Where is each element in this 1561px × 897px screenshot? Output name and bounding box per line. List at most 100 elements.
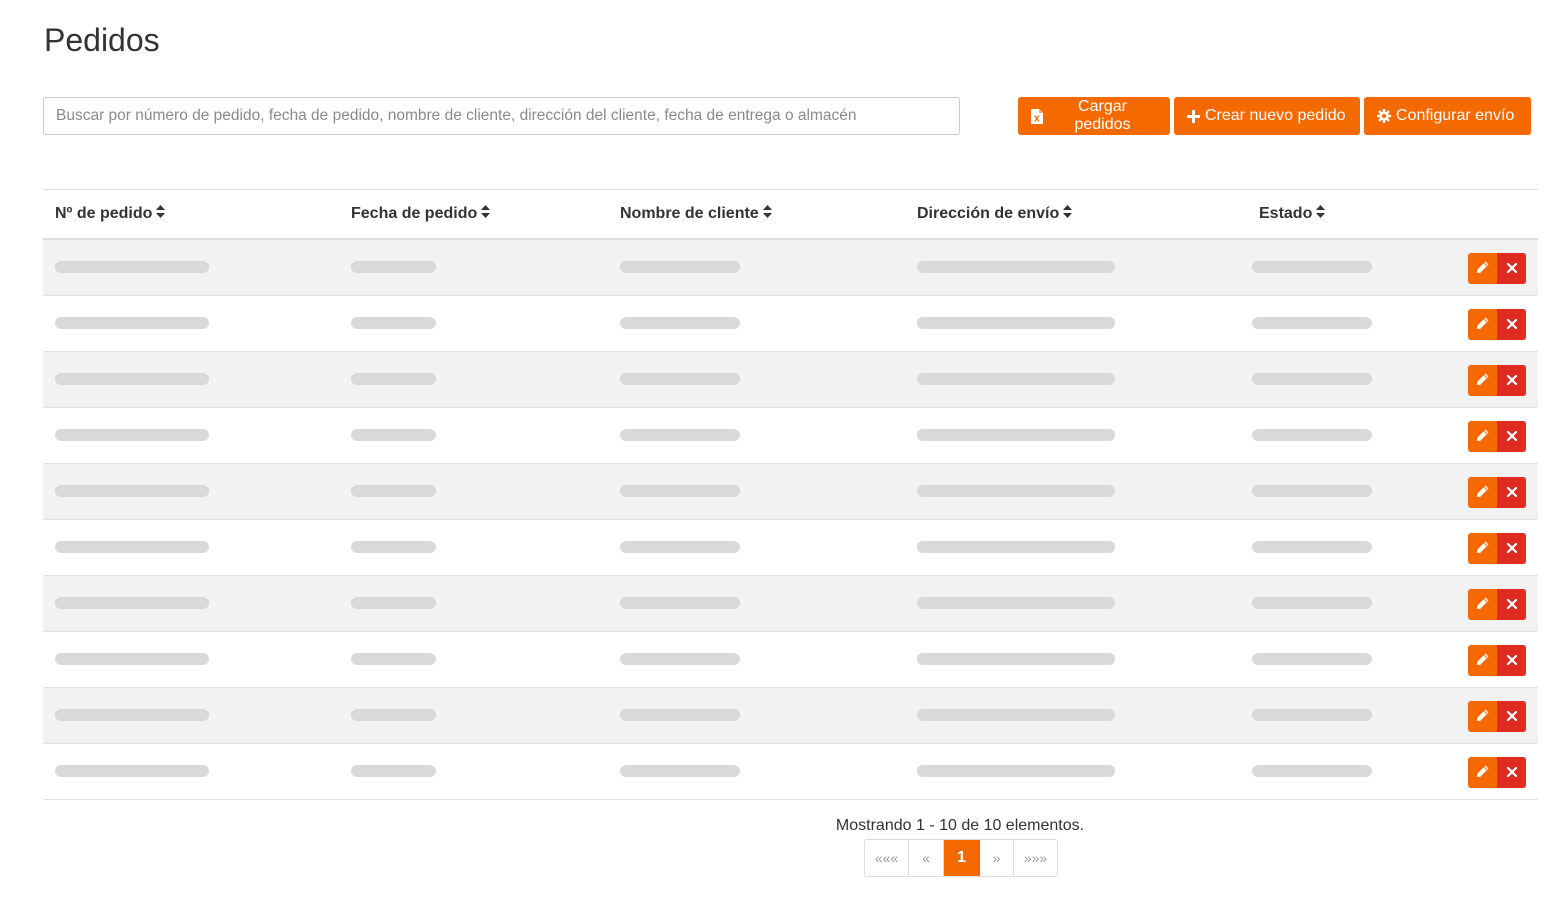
row-actions [1468, 253, 1526, 284]
sort-icon [1316, 205, 1326, 223]
loading-placeholder [620, 429, 740, 441]
toolbar: Cargar pedidos Crear nuevo pedido Config… [1018, 97, 1531, 135]
delete-button[interactable] [1497, 701, 1526, 732]
edit-button[interactable] [1468, 701, 1497, 732]
edit-button[interactable] [1468, 757, 1497, 788]
delete-button[interactable] [1497, 757, 1526, 788]
loading-placeholder [55, 485, 209, 497]
loading-placeholder [1252, 373, 1372, 385]
loading-placeholder [351, 709, 436, 721]
configure-shipping-label: Configurar envío [1396, 107, 1515, 124]
table-row [43, 520, 1538, 576]
pencil-icon [1476, 765, 1489, 781]
pagination: ««« « 1 » »»» [864, 839, 1058, 877]
edit-button[interactable] [1468, 645, 1497, 676]
last-page-button[interactable]: »»» [1014, 840, 1057, 876]
upload-orders-label: Cargar pedidos [1074, 98, 1131, 133]
loading-placeholder [620, 317, 740, 329]
close-icon [1506, 485, 1517, 500]
table-row [43, 240, 1538, 296]
create-order-button[interactable]: Crear nuevo pedido [1174, 97, 1360, 135]
edit-button[interactable] [1468, 365, 1497, 396]
edit-button[interactable] [1468, 253, 1497, 284]
table-header: Nº de pedido Fecha de pedido Nombre de c… [43, 190, 1538, 240]
column-label: Nombre de cliente [620, 205, 759, 222]
loading-placeholder [917, 653, 1115, 665]
table-row [43, 408, 1538, 464]
row-actions [1468, 757, 1526, 788]
pencil-icon [1476, 317, 1489, 333]
edit-button[interactable] [1468, 589, 1497, 620]
next-page-button[interactable]: » [980, 840, 1014, 876]
loading-placeholder [620, 653, 740, 665]
edit-button[interactable] [1468, 309, 1497, 340]
row-actions [1468, 309, 1526, 340]
prev-page-button[interactable]: « [909, 840, 944, 876]
sort-icon [1063, 205, 1073, 223]
table-row [43, 464, 1538, 520]
loading-placeholder [917, 317, 1115, 329]
loading-placeholder [55, 597, 209, 609]
column-label: Fecha de pedido [351, 205, 478, 222]
loading-placeholder [917, 485, 1115, 497]
loading-placeholder [1252, 709, 1372, 721]
column-header-shipping-address[interactable]: Dirección de envío [917, 190, 1073, 238]
row-actions [1468, 477, 1526, 508]
close-icon [1506, 261, 1517, 276]
delete-button[interactable] [1497, 421, 1526, 452]
orders-table: Nº de pedido Fecha de pedido Nombre de c… [43, 189, 1538, 800]
gear-icon [1377, 109, 1391, 123]
row-actions [1468, 645, 1526, 676]
loading-placeholder [620, 373, 740, 385]
close-icon [1506, 653, 1517, 668]
delete-button[interactable] [1497, 365, 1526, 396]
row-actions [1468, 421, 1526, 452]
loading-placeholder [55, 317, 209, 329]
table-body [43, 240, 1538, 800]
table-row [43, 352, 1538, 408]
loading-placeholder [351, 485, 436, 497]
current-page-button[interactable]: 1 [944, 840, 980, 876]
loading-placeholder [620, 261, 740, 273]
loading-placeholder [1252, 541, 1372, 553]
upload-orders-button[interactable]: Cargar pedidos [1018, 97, 1170, 135]
create-order-label: Crear nuevo pedido [1205, 107, 1346, 124]
column-header-customer-name[interactable]: Nombre de cliente [620, 190, 772, 238]
table-row [43, 688, 1538, 744]
delete-button[interactable] [1497, 589, 1526, 620]
search-input[interactable] [43, 97, 960, 135]
edit-button[interactable] [1468, 421, 1497, 452]
configure-shipping-button[interactable]: Configurar envío [1364, 97, 1531, 135]
column-header-order-date[interactable]: Fecha de pedido [351, 190, 491, 238]
loading-placeholder [351, 429, 436, 441]
close-icon [1506, 765, 1517, 780]
delete-button[interactable] [1497, 645, 1526, 676]
delete-button[interactable] [1497, 309, 1526, 340]
first-page-button[interactable]: ««« [865, 840, 909, 876]
loading-placeholder [351, 765, 436, 777]
close-icon [1506, 597, 1517, 612]
column-header-order-number[interactable]: Nº de pedido [55, 190, 166, 238]
table-row [43, 576, 1538, 632]
edit-button[interactable] [1468, 477, 1497, 508]
delete-button[interactable] [1497, 253, 1526, 284]
loading-placeholder [917, 709, 1115, 721]
loading-placeholder [620, 765, 740, 777]
edit-button[interactable] [1468, 533, 1497, 564]
loading-placeholder [1252, 317, 1372, 329]
loading-placeholder [55, 429, 209, 441]
loading-placeholder [351, 317, 436, 329]
delete-button[interactable] [1497, 533, 1526, 564]
column-label: Nº de pedido [55, 205, 153, 222]
loading-placeholder [351, 373, 436, 385]
column-header-status[interactable]: Estado [1259, 190, 1326, 238]
column-label: Dirección de envío [917, 205, 1060, 222]
loading-placeholder [351, 597, 436, 609]
pencil-icon [1476, 261, 1489, 277]
loading-placeholder [55, 261, 209, 273]
loading-placeholder [620, 597, 740, 609]
loading-placeholder [620, 485, 740, 497]
delete-button[interactable] [1497, 477, 1526, 508]
sort-icon [156, 205, 166, 223]
pencil-icon [1476, 709, 1489, 725]
